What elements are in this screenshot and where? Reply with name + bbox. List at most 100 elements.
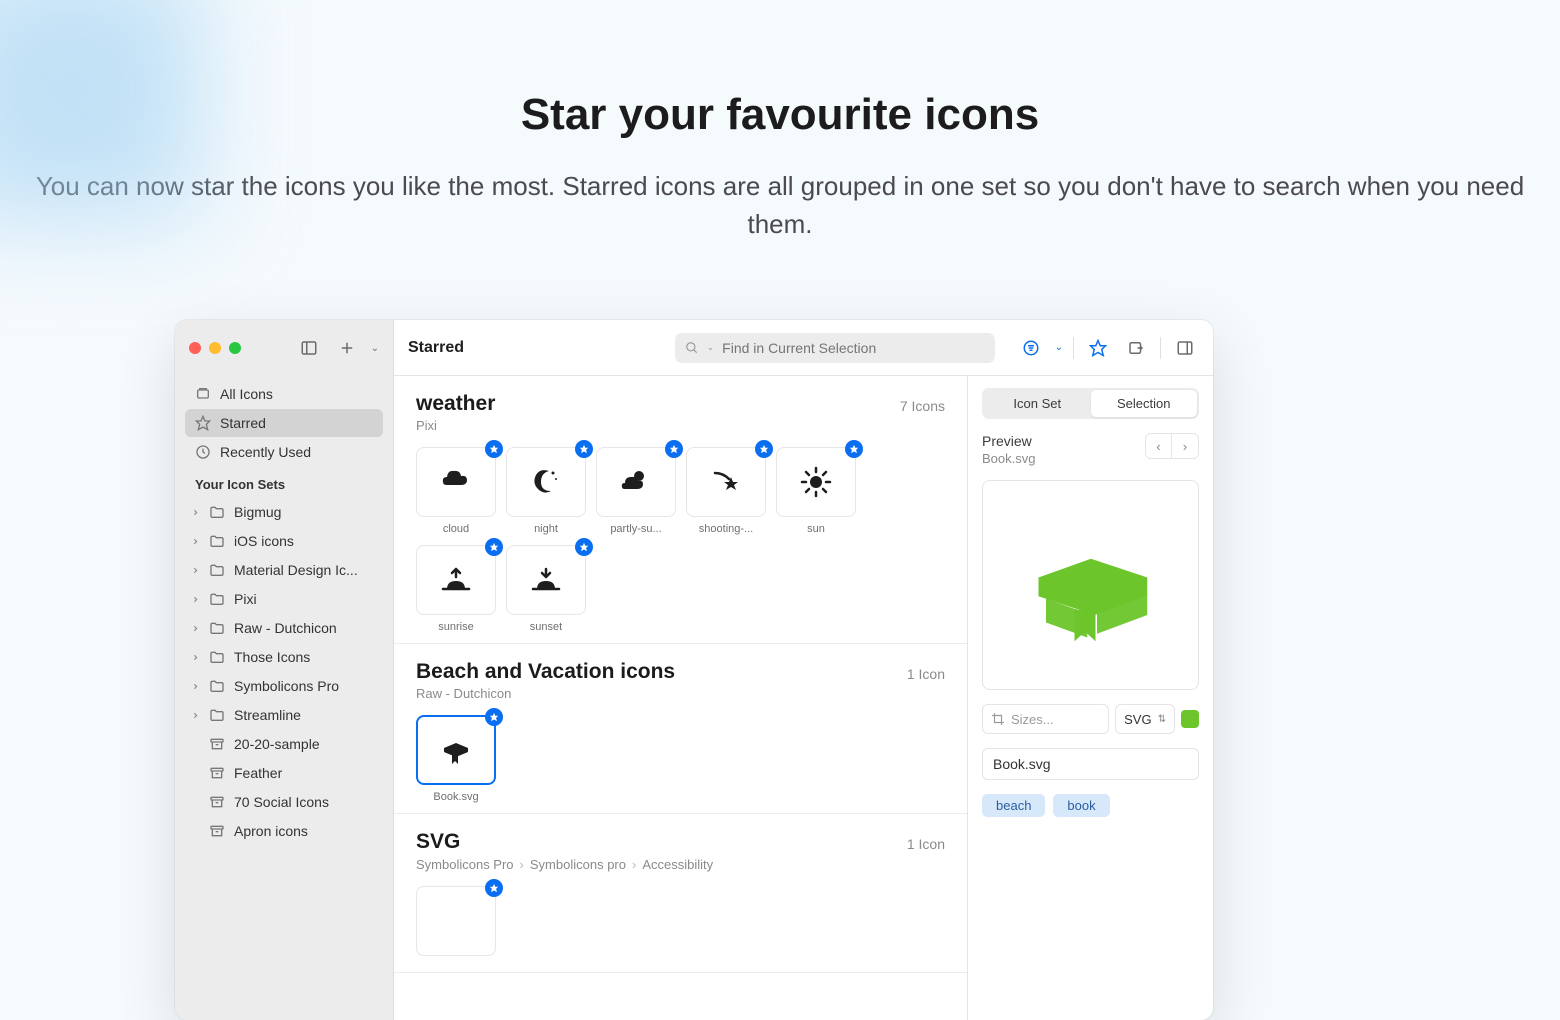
- icon-label: sun: [776, 523, 856, 535]
- icon-thumbnail: [506, 447, 586, 517]
- sidebar-item-set[interactable]: Raw - Dutchicon: [185, 614, 383, 642]
- icon-card[interactable]: shooting-...: [686, 447, 766, 535]
- icon-card[interactable]: Book.svg: [416, 715, 496, 803]
- section-source: Raw - Dutchicon: [416, 686, 675, 701]
- export-button[interactable]: [1122, 334, 1150, 362]
- star-badge-icon[interactable]: [485, 708, 503, 726]
- tab-icon-set[interactable]: Icon Set: [984, 390, 1091, 417]
- star-badge-icon[interactable]: [665, 440, 683, 458]
- icon-card[interactable]: sunset: [506, 545, 586, 633]
- star-badge-icon[interactable]: [485, 538, 503, 556]
- star-badge-icon[interactable]: [485, 879, 503, 897]
- sidebar-item-label: Bigmug: [234, 504, 373, 520]
- sidebar-item-set[interactable]: iOS icons: [185, 527, 383, 555]
- sidebar-item-set[interactable]: Symbolicons Pro: [185, 672, 383, 700]
- section-count: 1 Icon: [907, 836, 945, 852]
- prev-button[interactable]: ‹: [1146, 434, 1172, 458]
- sidebar-toggle-icon[interactable]: [295, 334, 323, 362]
- sidebar-item-set[interactable]: Streamline: [185, 701, 383, 729]
- stack-icon: [195, 386, 211, 402]
- sidebar-item-label: 20-20-sample: [234, 736, 373, 752]
- sidebar-item-all-icons[interactable]: All Icons: [185, 380, 383, 408]
- color-swatch[interactable]: [1181, 710, 1199, 728]
- icon-thumbnail: [416, 447, 496, 517]
- sidebar-item-set[interactable]: Apron icons: [185, 817, 383, 845]
- star-badge-icon[interactable]: [575, 538, 593, 556]
- sidebar-item-label: 70 Social Icons: [234, 794, 373, 810]
- background-blur: [0, 0, 200, 220]
- main-pane: Starred ⌄ ⌄: [394, 320, 1213, 1020]
- tag[interactable]: beach: [982, 794, 1045, 817]
- sidebar-item-set[interactable]: Those Icons: [185, 643, 383, 671]
- icon-label: sunset: [506, 621, 586, 633]
- sidebar-item-set[interactable]: Bigmug: [185, 498, 383, 526]
- inspector: Icon Set Selection Preview Book.svg ‹ ›: [968, 376, 1213, 1020]
- star-badge-icon[interactable]: [845, 440, 863, 458]
- sidebar-item-set[interactable]: Pixi: [185, 585, 383, 613]
- icon-grid: Book.svg: [416, 715, 945, 803]
- icon-card[interactable]: sun: [776, 447, 856, 535]
- archive-icon: [209, 823, 225, 839]
- sidebar-item-set[interactable]: 70 Social Icons: [185, 788, 383, 816]
- icon-thumbnail: [506, 545, 586, 615]
- breadcrumb-item[interactable]: Accessibility: [642, 857, 713, 872]
- filename-input[interactable]: [982, 748, 1199, 780]
- sidebar-item-label: Streamline: [234, 707, 373, 723]
- chevron-down-icon[interactable]: ⌄: [1055, 342, 1063, 353]
- star-badge-icon[interactable]: [575, 440, 593, 458]
- icon-grid: [416, 886, 945, 962]
- breadcrumb-item[interactable]: Symbolicons pro: [530, 857, 626, 872]
- sidebar-item-set[interactable]: 20-20-sample: [185, 730, 383, 758]
- sizes-field[interactable]: Sizes...: [982, 704, 1109, 734]
- folder-icon: [209, 591, 225, 607]
- chevron-down-icon[interactable]: ⌄: [371, 343, 379, 354]
- icon-label: sunrise: [416, 621, 496, 633]
- traffic-lights[interactable]: [189, 342, 241, 354]
- archive-icon: [209, 794, 225, 810]
- sidebar-item-set[interactable]: Feather: [185, 759, 383, 787]
- sidebar: ⌄ All Icons Starred Recently Used Your I…: [175, 320, 394, 1020]
- chevron-down-icon[interactable]: ⌄: [707, 342, 715, 353]
- folder-icon: [209, 533, 225, 549]
- icon-thumbnail: [416, 715, 496, 785]
- sidebar-item-label: Those Icons: [234, 649, 373, 665]
- icon-card[interactable]: night: [506, 447, 586, 535]
- tags: beach book: [982, 794, 1199, 817]
- preview-label: Preview: [982, 433, 1035, 449]
- inspector-toggle-icon[interactable]: [1171, 334, 1199, 362]
- preview-header: Preview Book.svg ‹ ›: [982, 433, 1199, 466]
- search-field[interactable]: ⌄: [675, 333, 995, 363]
- chevron-right-icon: [191, 566, 200, 575]
- divider: [1160, 337, 1161, 359]
- tab-selection[interactable]: Selection: [1091, 390, 1198, 417]
- icon-card[interactable]: sunrise: [416, 545, 496, 633]
- icon-card[interactable]: [416, 886, 496, 962]
- page-subhead: You can now star the icons you like the …: [0, 168, 1560, 243]
- folder-icon: [209, 649, 225, 665]
- sidebar-item-starred[interactable]: Starred: [185, 409, 383, 437]
- sidebar-item-recently-used[interactable]: Recently Used: [185, 438, 383, 466]
- clock-icon: [195, 444, 211, 460]
- content-split: weatherPixi7 Iconscloudnightpartly-su...…: [394, 376, 1213, 1020]
- breadcrumb-item[interactable]: Symbolicons Pro: [416, 857, 514, 872]
- close-icon[interactable]: [189, 342, 201, 354]
- star-button[interactable]: [1084, 334, 1112, 362]
- tag[interactable]: book: [1053, 794, 1109, 817]
- filter-button[interactable]: [1017, 334, 1045, 362]
- archive-icon: [209, 765, 225, 781]
- app-window: ⌄ All Icons Starred Recently Used Your I…: [175, 320, 1213, 1020]
- add-button[interactable]: [333, 334, 361, 362]
- minimize-icon[interactable]: [209, 342, 221, 354]
- icon-label: night: [506, 523, 586, 535]
- star-badge-icon[interactable]: [485, 440, 503, 458]
- icon-card[interactable]: cloud: [416, 447, 496, 535]
- format-select[interactable]: SVG ⇅: [1115, 704, 1175, 734]
- preview-filename: Book.svg: [982, 451, 1035, 466]
- zoom-icon[interactable]: [229, 342, 241, 354]
- search-input[interactable]: [722, 340, 984, 356]
- icon-card[interactable]: partly-su...: [596, 447, 676, 535]
- sidebar-item-set[interactable]: Material Design Ic...: [185, 556, 383, 584]
- inspector-tabs: Icon Set Selection: [982, 388, 1199, 419]
- star-badge-icon[interactable]: [755, 440, 773, 458]
- next-button[interactable]: ›: [1172, 434, 1198, 458]
